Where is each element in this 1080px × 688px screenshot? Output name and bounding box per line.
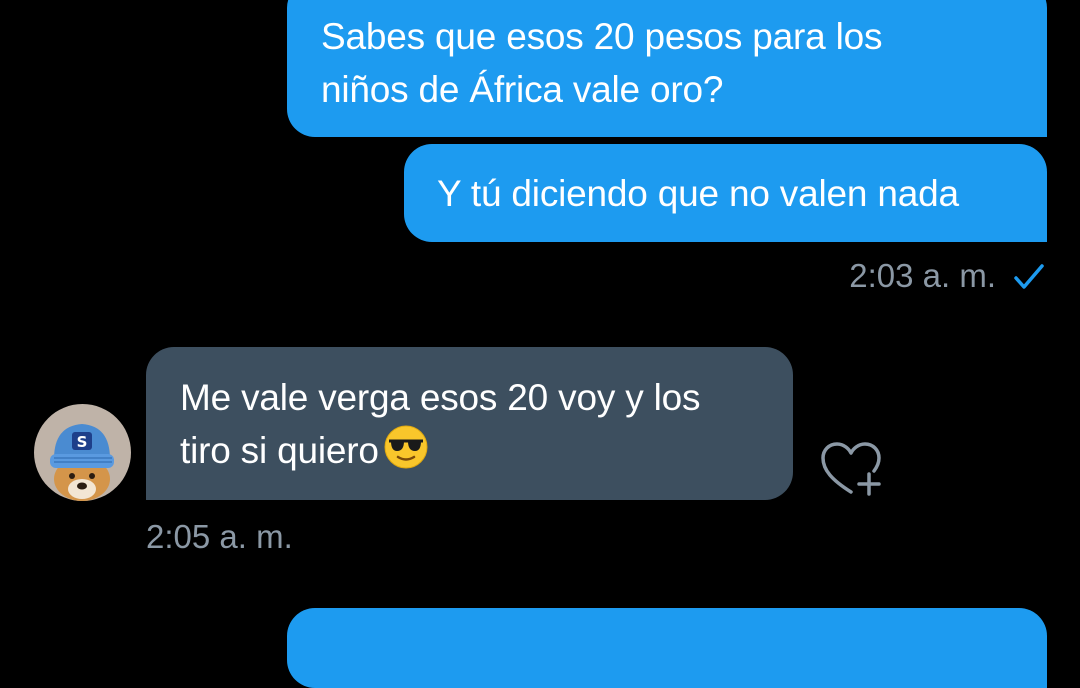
message-line: tiro si quiero: [180, 430, 379, 471]
message-line: niños de África vale oro?: [321, 69, 724, 110]
sent-message-bubble[interactable]: [287, 608, 1047, 688]
add-reaction-icon[interactable]: [818, 440, 884, 498]
message-line: Y tú diciendo que no valen nada: [437, 173, 959, 214]
svg-text:S: S: [77, 433, 88, 451]
message-line: Sabes que esos 20 pesos para los: [321, 16, 883, 57]
message-timestamp: 2:05 a. m.: [146, 518, 293, 555]
avatar-dog-beanie: S: [34, 404, 131, 501]
sent-message-bubble[interactable]: Sabes que esos 20 pesos para los niños d…: [287, 0, 1047, 137]
message-line: Me vale verga esos 20 voy y los: [180, 377, 701, 418]
received-message-bubble[interactable]: Me vale verga esos 20 voy y los tiro si …: [146, 347, 793, 500]
sent-message-bubble[interactable]: Y tú diciendo que no valen nada: [404, 144, 1047, 242]
sunglasses-emoji: [384, 425, 428, 469]
avatar[interactable]: S: [34, 404, 131, 501]
message-timestamp: 2:03 a. m.: [849, 257, 996, 294]
check-icon: [1014, 264, 1044, 289]
